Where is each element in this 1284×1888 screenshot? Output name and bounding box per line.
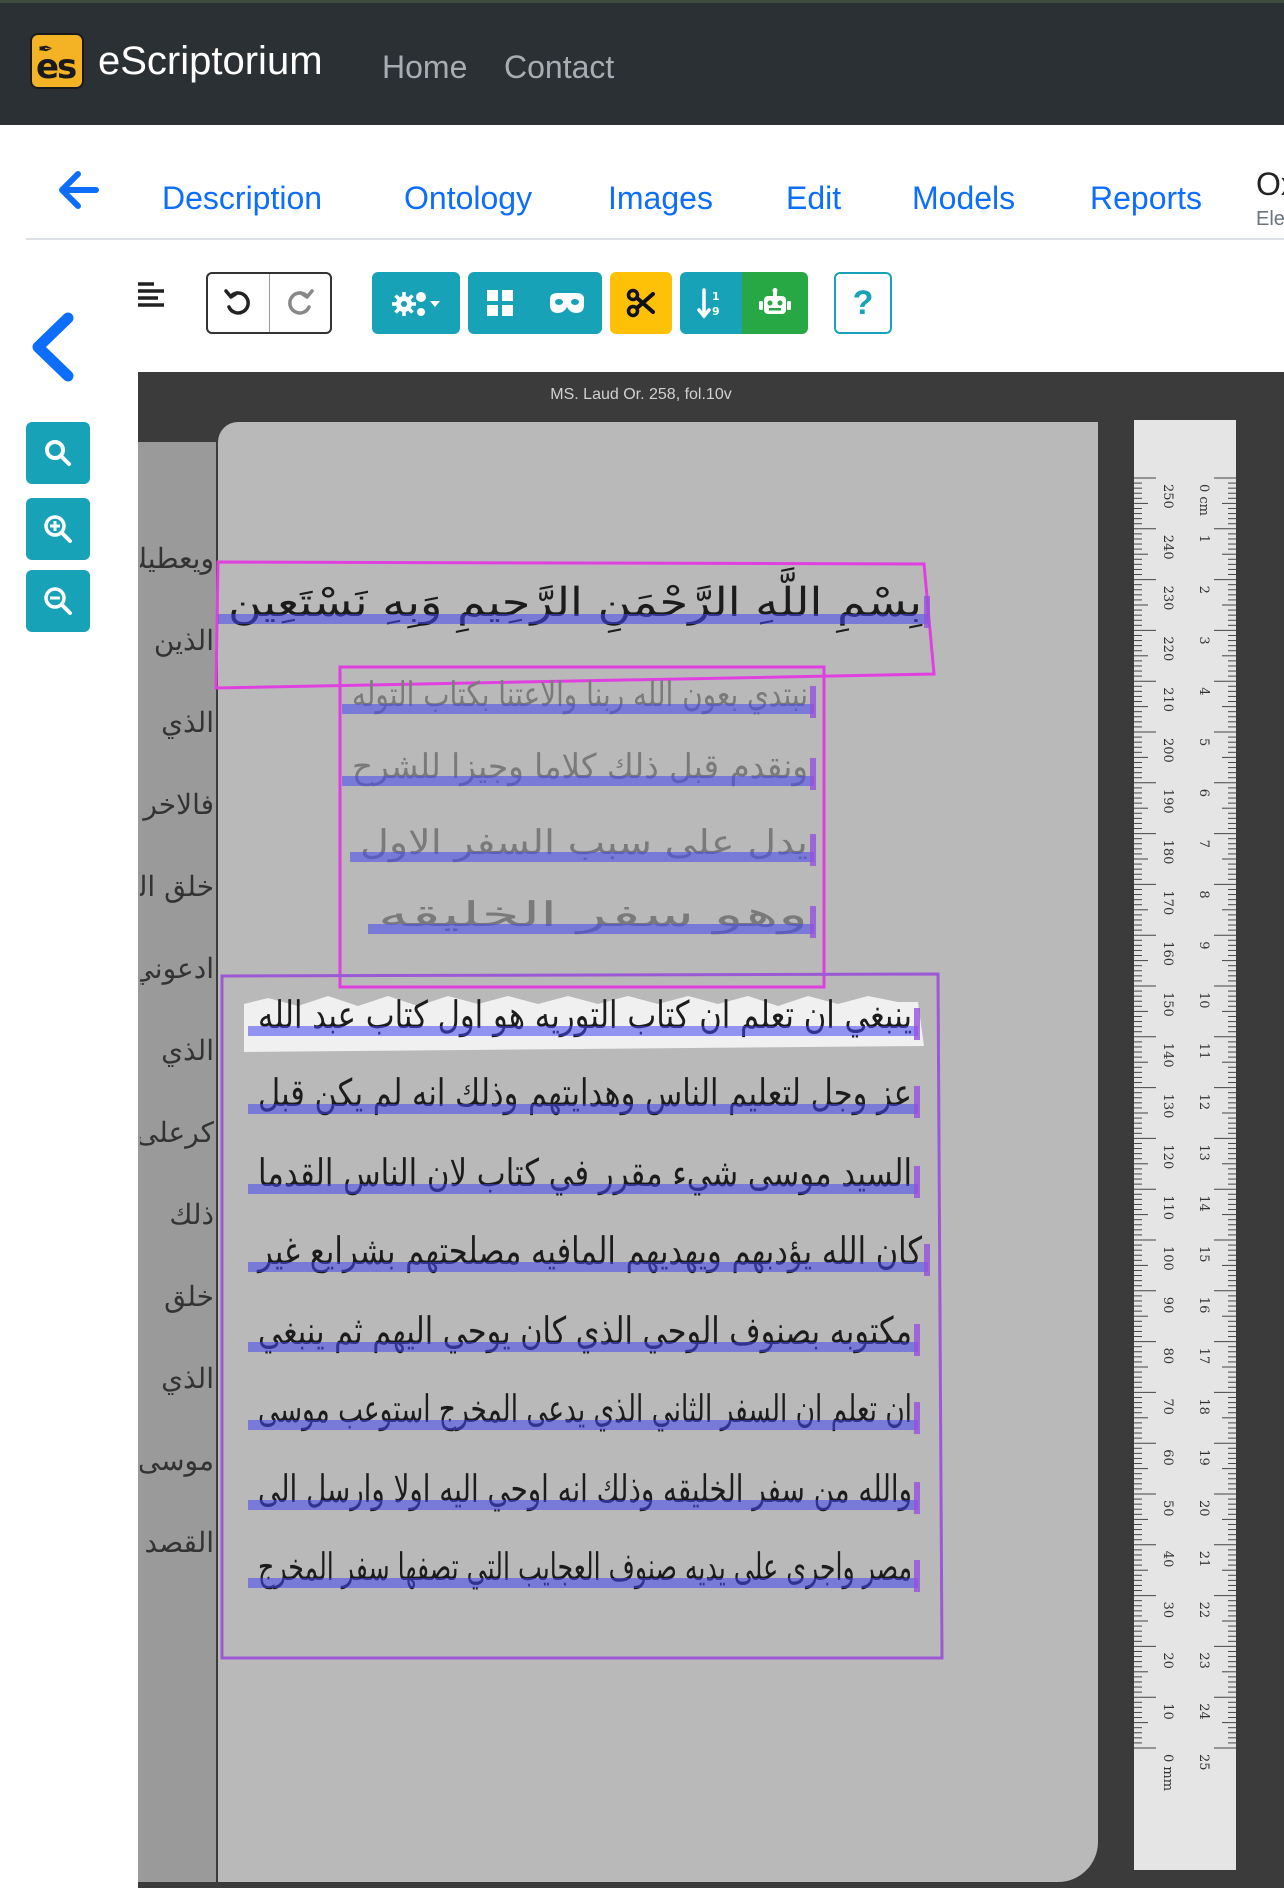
zoom-in-button[interactable] (26, 498, 90, 560)
baseline-6[interactable] (248, 1026, 918, 1036)
document-subtitle: Ele (1256, 208, 1284, 230)
image-viewer[interactable]: MS. Laud Or. 258, fol.10v ويعطيكالذينالذ… (138, 372, 1284, 1888)
zoom-out-button[interactable] (26, 570, 90, 632)
baseline-1[interactable] (218, 614, 928, 624)
line-end-marker-5[interactable] (810, 906, 816, 938)
line-end-marker-12[interactable] (914, 1482, 920, 1514)
line-end-marker-11[interactable] (914, 1402, 920, 1434)
document-title: Ox (1256, 166, 1284, 202)
baseline-9[interactable] (248, 1262, 928, 1272)
grid-icon[interactable] (485, 288, 515, 318)
baseline-4[interactable] (350, 852, 814, 862)
brand[interactable]: ✒ es eScriptorium (30, 33, 323, 89)
line-end-marker-6[interactable] (914, 1008, 920, 1040)
cut-button[interactable] (610, 272, 672, 334)
line-end-marker-8[interactable] (914, 1166, 920, 1198)
help-button[interactable]: ? (834, 272, 892, 334)
baseline-2[interactable] (342, 704, 814, 714)
brand-name: eScriptorium (98, 38, 323, 83)
view-toggle-group (468, 272, 602, 334)
escriptorium-logo-icon: ✒ es (30, 33, 84, 89)
undo-icon (224, 289, 251, 315)
zoom-in-icon (44, 515, 72, 543)
hamburger-icon[interactable] (136, 280, 166, 310)
baseline-7[interactable] (248, 1104, 918, 1114)
baseline-3[interactable] (342, 776, 814, 786)
line-end-marker-2[interactable] (810, 686, 816, 718)
transcribe-button[interactable] (742, 272, 808, 334)
undo-button[interactable] (208, 274, 270, 332)
baseline-8[interactable] (248, 1184, 918, 1194)
line-end-marker-7[interactable] (914, 1086, 920, 1118)
baseline-5[interactable] (368, 924, 814, 934)
document-tabs: Description Ontology Images Edit Models … (26, 158, 1284, 240)
baseline-10[interactable] (248, 1342, 918, 1352)
line-end-marker-10[interactable] (914, 1324, 920, 1356)
baseline-13[interactable] (248, 1578, 918, 1588)
scissors-icon (626, 288, 655, 318)
segmentation-overlay[interactable]: بِسْمِ اللَّهِ الرَّحْمَنِ الرَّحِيمِ وَ… (138, 372, 1284, 1888)
redo-icon (287, 289, 314, 315)
search-button[interactable] (26, 422, 90, 484)
line-end-marker-13[interactable] (914, 1560, 920, 1592)
search-icon (45, 440, 71, 466)
line-end-marker-3[interactable] (810, 758, 816, 790)
svg-text:1: 1 (712, 290, 720, 303)
settings-dropdown-button[interactable] (372, 272, 460, 334)
line-end-marker-4[interactable] (810, 834, 816, 866)
line-end-marker-9[interactable] (924, 1244, 930, 1276)
question-icon: ? (852, 283, 874, 322)
tab-images[interactable]: Images (608, 180, 713, 217)
tab-description[interactable]: Description (162, 180, 322, 217)
nav-contact-link[interactable]: Contact (504, 49, 614, 86)
undo-redo-group (206, 272, 332, 334)
zoom-out-icon (44, 587, 72, 615)
svg-text:9: 9 (712, 305, 720, 318)
baseline-12[interactable] (248, 1500, 918, 1510)
sort-icon: 19 (697, 288, 720, 319)
tab-reports[interactable]: Reports (1090, 180, 1202, 217)
robot-icon (759, 288, 791, 314)
tab-ontology[interactable]: Ontology (404, 180, 532, 217)
mask-icon[interactable] (548, 291, 586, 315)
line-end-marker-1[interactable] (924, 596, 930, 628)
gears-icon (392, 292, 440, 316)
reorder-button[interactable]: 19 (680, 272, 742, 334)
baseline-11[interactable] (248, 1420, 918, 1430)
nav-home-link[interactable]: Home (382, 49, 467, 86)
tab-models[interactable]: Models (912, 180, 1015, 217)
tab-edit[interactable]: Edit (786, 180, 841, 217)
arrow-left-icon[interactable] (56, 168, 100, 223)
redo-button[interactable] (270, 274, 331, 332)
top-navbar: ✒ es eScriptorium Home Contact (0, 0, 1284, 125)
chevron-left-icon[interactable] (28, 312, 78, 382)
